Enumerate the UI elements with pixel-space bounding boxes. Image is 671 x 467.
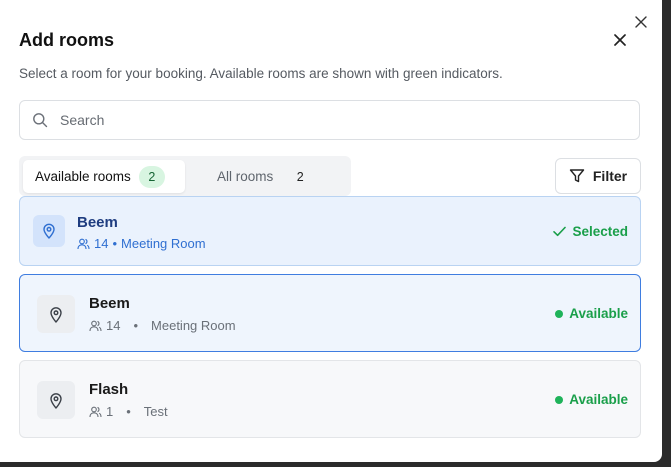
status-badge: Available	[555, 306, 628, 321]
tab-label: Available rooms	[35, 169, 131, 184]
meta-separator: •	[133, 318, 139, 333]
tab-available-rooms[interactable]: Available rooms 2	[23, 160, 185, 193]
room-capacity: 14	[106, 318, 121, 333]
room-type: Meeting Room	[121, 236, 206, 251]
room-meta: 14 • Meeting Room	[89, 318, 236, 333]
search-input[interactable]	[60, 105, 600, 135]
tab-label: All rooms	[217, 169, 274, 184]
dialog-title: Add rooms	[19, 30, 115, 50]
map-pin-icon	[37, 381, 75, 419]
status-label: Available	[569, 306, 628, 321]
add-rooms-dialog: Add rooms Select a room for your booking…	[0, 0, 662, 462]
status-label: Selected	[572, 224, 628, 239]
count-badge: 2	[296, 169, 304, 184]
room-name: Beem	[89, 295, 130, 312]
room-capacity: 1	[106, 404, 114, 419]
outer-close-button[interactable]	[631, 12, 651, 32]
close-icon	[614, 34, 626, 46]
search-box	[19, 100, 640, 140]
room-tabs: Available rooms 2 All rooms 2	[19, 156, 351, 196]
room-card-selected[interactable]: Beem 14 • Meeting Room Selected	[19, 196, 641, 266]
filter-icon	[569, 169, 585, 183]
available-dot-icon	[555, 395, 564, 404]
status-badge: Available	[555, 392, 628, 407]
filter-button[interactable]: Filter	[555, 158, 641, 194]
map-pin-icon	[37, 295, 75, 333]
meta-separator: •	[126, 404, 131, 419]
room-name: Beem	[77, 214, 118, 231]
people-icon	[77, 238, 90, 250]
tab-all-rooms[interactable]: All rooms 2	[217, 160, 313, 193]
room-type: Test	[143, 404, 168, 419]
room-name: Flash	[89, 381, 129, 398]
people-icon	[89, 406, 102, 418]
room-meta: 1 • Test	[89, 404, 168, 419]
filter-label: Filter	[592, 168, 628, 184]
dialog-close-button[interactable]	[610, 30, 630, 50]
room-card[interactable]: Beem 14 • Meeting Room Available	[19, 274, 641, 352]
meta-separator: •	[112, 236, 118, 251]
close-icon	[635, 16, 647, 28]
room-type: Meeting Room	[151, 318, 236, 333]
room-meta: 14 • Meeting Room	[77, 236, 206, 251]
status-label: Available	[569, 392, 628, 407]
available-dot-icon	[555, 309, 564, 318]
status-badge: Selected	[553, 224, 628, 239]
people-icon	[89, 320, 102, 332]
room-capacity: 14	[94, 236, 109, 251]
count-badge: 2	[138, 165, 165, 188]
room-card[interactable]: Flash 1 • Test Available	[19, 360, 641, 438]
check-icon	[553, 226, 567, 237]
dialog-subtitle: Select a room for your booking. Availabl…	[19, 66, 503, 81]
search-icon	[32, 112, 48, 128]
map-pin-icon	[33, 215, 65, 247]
